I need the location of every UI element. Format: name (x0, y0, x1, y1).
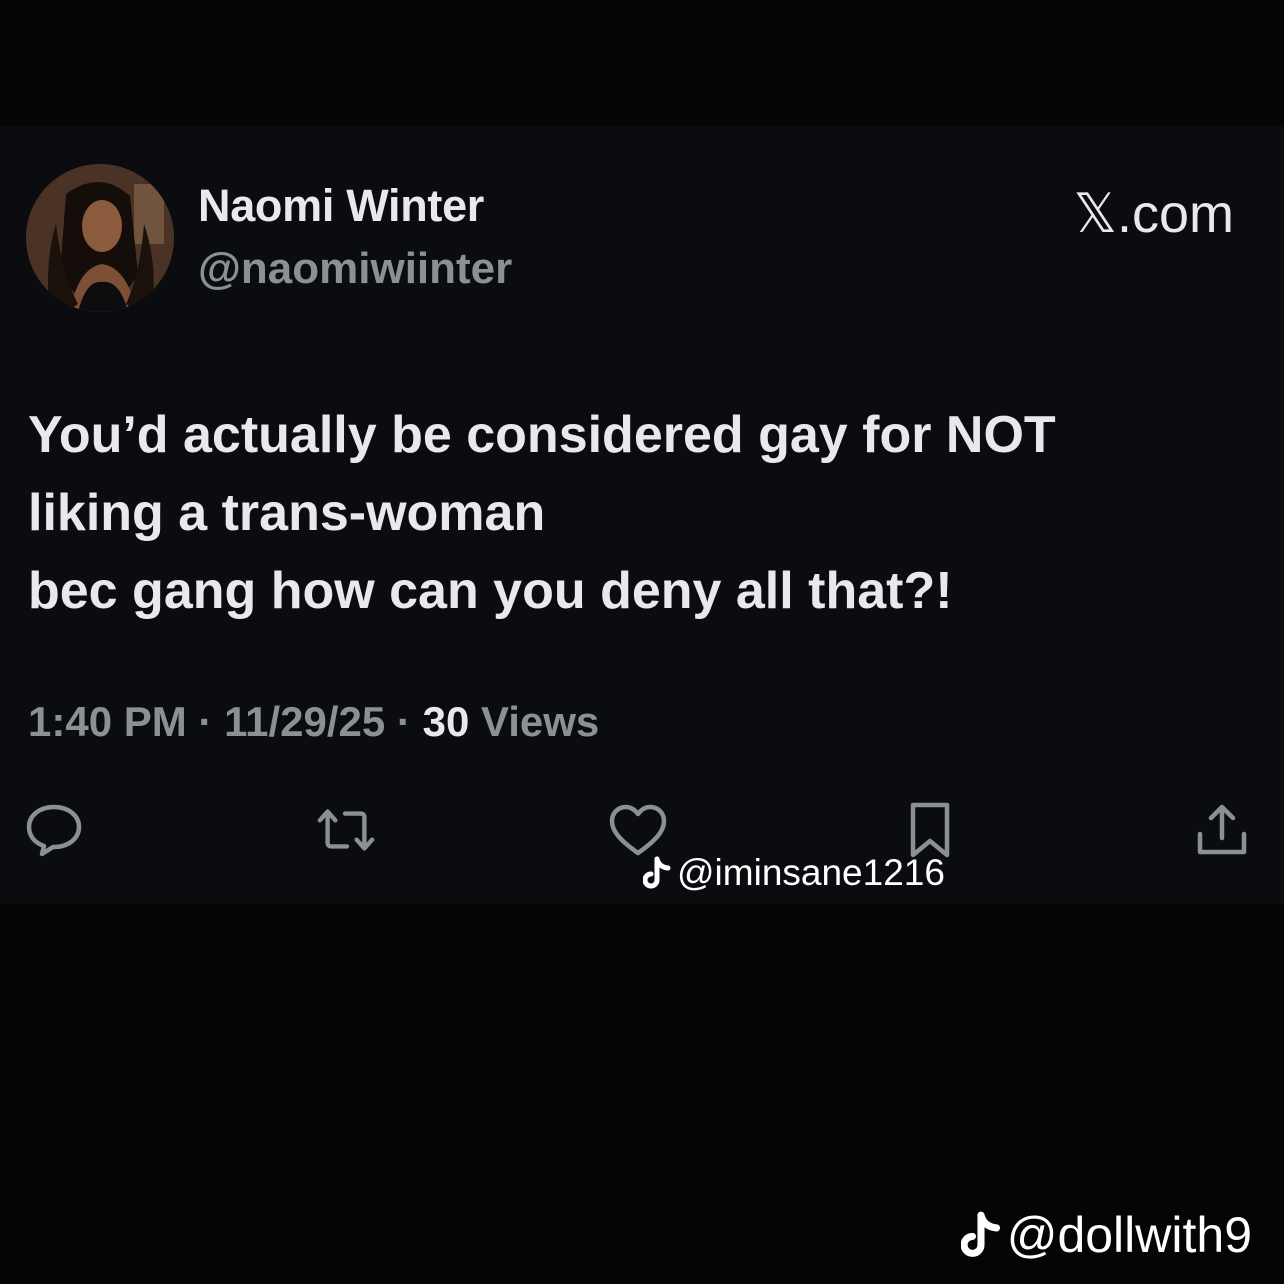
views-label: Views (480, 698, 600, 745)
author-handle[interactable]: @naomiwiinter (198, 244, 512, 294)
bookmark-button[interactable] (900, 800, 960, 860)
share-button[interactable] (1192, 800, 1252, 860)
author-name[interactable]: Naomi Winter (198, 180, 484, 232)
avatar[interactable] (26, 164, 174, 312)
share-icon (1197, 804, 1247, 855)
repost-button[interactable] (316, 800, 376, 860)
tiktok-watermark-corner: @dollwith9 (960, 1206, 1252, 1264)
views-count: 30 (422, 698, 470, 745)
tiktok-note-icon (960, 1211, 1000, 1257)
bookmark-icon (910, 802, 950, 858)
overlay-handle: @iminsane1216 (677, 852, 945, 893)
post-text-line: liking a trans-woman (28, 484, 546, 542)
post-meta: 1:40 PM · 11/29/25 · 30 Views (28, 698, 599, 746)
corner-handle: @dollwith9 (1006, 1207, 1252, 1263)
like-button[interactable] (608, 800, 668, 860)
tiktok-note-icon (643, 856, 671, 889)
repost-icon (317, 809, 375, 851)
heart-icon (609, 804, 667, 856)
post-text: You’d actually be considered gay for NOT… (28, 396, 1248, 630)
brand-label: 𝕏.com (1073, 184, 1234, 244)
post-date[interactable]: 11/29/25 (224, 698, 385, 745)
avatar-image (26, 164, 174, 312)
tiktok-watermark-overlay: @iminsane1216 (643, 852, 945, 894)
meta-separator: · (198, 698, 213, 745)
reply-icon (26, 804, 82, 857)
post-time[interactable]: 1:40 PM (28, 698, 187, 745)
meta-separator: · (396, 698, 411, 745)
reply-button[interactable] (24, 800, 84, 860)
post-text-line: bec gang how can you deny all that?! (28, 562, 953, 620)
post-text-line: You’d actually be considered gay for NOT (28, 406, 1056, 464)
